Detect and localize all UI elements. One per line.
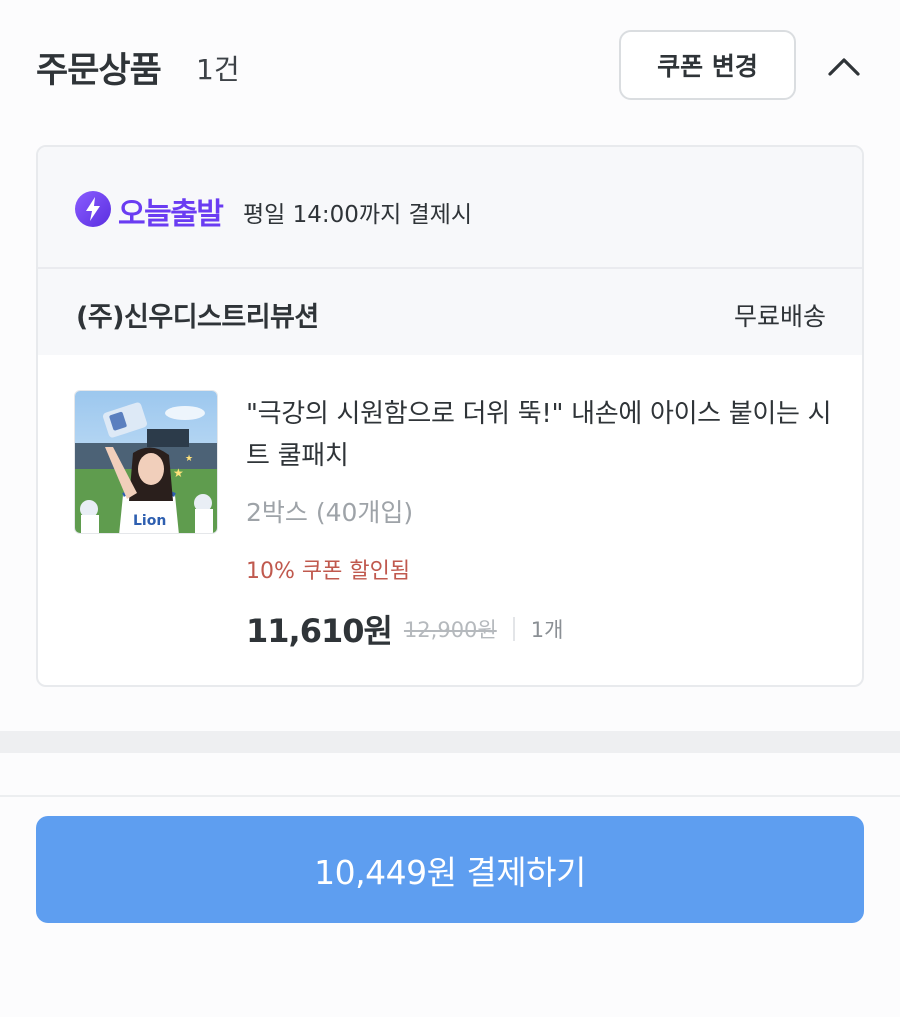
chevron-up-icon[interactable] <box>826 52 862 80</box>
change-coupon-button[interactable]: 쿠폰 변경 <box>619 30 796 100</box>
product-name[interactable]: "극강의 시원함으로 더위 뚝!" 내손에 아이스 붙이는 시트 쿨패치 <box>246 393 836 477</box>
svg-text:Lion: Lion <box>133 513 166 529</box>
item-count: 1건 <box>196 53 240 86</box>
order-products-header: 주문상품 1건 쿠폰 변경 <box>0 0 900 130</box>
same-day-dispatch-badge: 오늘출발 <box>118 197 224 232</box>
section-title: 주문상품 <box>36 51 162 91</box>
seller-name: (주)신우디스트리뷰션 <box>76 302 319 333</box>
section-separator <box>0 731 900 753</box>
svg-text:★: ★ <box>173 466 184 480</box>
original-price: 12,900원 <box>403 618 497 642</box>
dispatch-cutoff-note: 평일 14:00까지 결제시 <box>243 202 473 228</box>
lightning-bolt-icon <box>75 191 111 227</box>
product-option: 2박스 (40개입) <box>246 498 414 527</box>
price-row: 11,610원 12,900원 1개 <box>246 609 564 650</box>
product-photo-image: Lion ★ ★ <box>75 391 217 533</box>
footer-divider <box>0 795 900 797</box>
order-item-card: 오늘출발 평일 14:00까지 결제시 (주)신우디스트리뷰션 무료배송 Lio… <box>36 145 864 687</box>
svg-text:★: ★ <box>185 454 193 464</box>
coupon-applied-label: 10% 쿠폰 할인됨 <box>246 559 411 584</box>
product-thumbnail[interactable]: Lion ★ ★ <box>74 390 218 534</box>
order-products-panel: 주문상품 1건 쿠폰 변경 오늘출발 평일 14:00까지 결제시 (주)신우디… <box>0 0 900 1017</box>
same-day-dispatch-row: 오늘출발 평일 14:00까지 결제시 <box>38 147 862 269</box>
sale-price: 11,610원 <box>246 612 393 650</box>
shipping-fee: 무료배송 <box>733 302 826 331</box>
checkout-button[interactable]: 10,449원 결제하기 <box>36 816 864 923</box>
divider <box>512 617 515 641</box>
seller-row: (주)신우디스트리뷰션 무료배송 <box>38 269 862 355</box>
quantity: 1개 <box>530 618 564 642</box>
